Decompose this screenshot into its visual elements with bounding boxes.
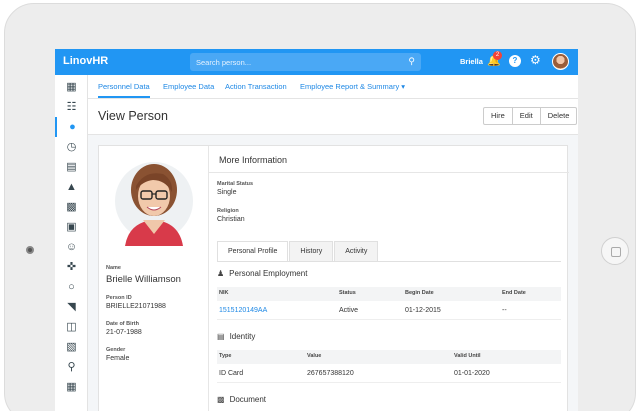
id-card-icon[interactable]: ▧ — [55, 337, 88, 357]
avatar[interactable] — [552, 53, 569, 70]
column-header: Status — [339, 290, 356, 296]
divider — [209, 172, 569, 173]
personal-employment-title: Personal Employment — [229, 269, 308, 278]
app-logo[interactable]: LinovHR — [63, 55, 108, 67]
team-icon[interactable]: ☺ — [55, 237, 88, 257]
presentation-icon[interactable]: ◫ — [55, 317, 88, 337]
search-plus-icon[interactable]: ⚲ — [55, 357, 88, 377]
marital-status-label: Marital Status — [217, 181, 254, 187]
gear-icon[interactable]: ⚙ — [530, 53, 541, 67]
edit-button[interactable]: Edit — [513, 108, 541, 124]
column-header: NIK — [219, 290, 229, 296]
person-gender: Female — [106, 355, 130, 362]
identity-value: 267657388120 — [307, 370, 354, 377]
search-icon[interactable]: ⚲ — [408, 56, 415, 67]
religion: Christian — [217, 216, 245, 223]
app-screen: LinovHR ⚲ Briella 🔔 2 ? ⚙ ▦ ☷ ● ◷ ▤ ▲ ▩ … — [55, 49, 578, 411]
valid-until: 01-01-2020 — [454, 370, 490, 377]
person-photo — [115, 156, 193, 246]
dob-label: Date of Birth — [106, 321, 139, 327]
begin-date: 01-12-2015 — [405, 307, 441, 314]
document-icon: ▩ — [217, 395, 225, 404]
more-information-title: More Information — [219, 155, 288, 165]
camera-icon — [26, 246, 34, 254]
money-icon[interactable]: ▤ — [55, 157, 88, 177]
person-id-label: Person ID — [106, 295, 132, 301]
person-name: Brielle Williamson — [106, 274, 181, 285]
tab-activity[interactable]: Activity — [334, 241, 379, 261]
sub-navigation: Personnel Data Employee Data Action Tran… — [88, 75, 578, 99]
employment-status: Active — [339, 307, 359, 314]
religion-label: Religion — [217, 208, 239, 214]
person-icon[interactable]: ● — [55, 117, 88, 137]
briefcase-icon[interactable]: ▣ — [55, 217, 88, 237]
action-buttons: Hire Edit Delete — [483, 107, 578, 125]
identity-table-header: Type Value Valid Until — [217, 350, 561, 364]
bank-icon[interactable]: ▲ — [55, 177, 88, 197]
column-header: Type — [219, 353, 232, 359]
chart-icon[interactable]: ◥ — [55, 297, 88, 317]
delete-button[interactable]: Delete — [541, 108, 577, 124]
document-header: ▩ Document — [217, 395, 266, 404]
hire-button[interactable]: Hire — [484, 108, 513, 124]
document-icon[interactable]: ▩ — [55, 197, 88, 217]
profile-tabs: Personal Profile History Activity — [217, 241, 379, 261]
top-bar: LinovHR ⚲ Briella 🔔 2 ? ⚙ — [55, 49, 578, 75]
table-row[interactable]: 1515120149AA Active 01-12-2015 -- — [217, 302, 561, 320]
clock-icon[interactable]: ◷ — [55, 137, 88, 157]
notification-badge: 2 — [493, 51, 502, 60]
tab-employee-data[interactable]: Employee Data — [163, 82, 214, 91]
page-header: View Person Hire Edit Delete — [88, 99, 578, 135]
tab-action-transaction[interactable]: Action Transaction — [225, 82, 287, 91]
help-icon[interactable]: ? — [509, 55, 521, 67]
identity-type: ID Card — [219, 370, 244, 377]
card-icon: ▤ — [217, 332, 225, 341]
sidebar: ▦ ☷ ● ◷ ▤ ▲ ▩ ▣ ☺ ✜ ○ ◥ ◫ ▧ ⚲ ▦ — [55, 75, 88, 411]
user-icon: ♟ — [217, 269, 225, 278]
tab-personal-profile[interactable]: Personal Profile — [217, 241, 289, 261]
building-icon[interactable]: ▦ — [55, 377, 88, 397]
page-title: View Person — [98, 109, 168, 123]
tab-history[interactable]: History — [289, 241, 334, 261]
tab-employee-report[interactable]: Employee Report & Summary ▾ — [300, 82, 405, 91]
person-summary: Name Brielle Williamson Person ID BRIELL… — [99, 146, 209, 411]
end-date: -- — [502, 307, 507, 314]
marital-status: Single — [217, 189, 237, 196]
search-input[interactable] — [196, 55, 386, 69]
org-chart-icon[interactable]: ☷ — [55, 97, 88, 117]
bulb-icon[interactable]: ○ — [55, 277, 88, 297]
name-label: Name — [106, 265, 121, 271]
person-id: BRIELLE21071988 — [106, 303, 166, 310]
search-box[interactable]: ⚲ — [190, 53, 421, 71]
employment-table-header: NIK Status Begin Date End Date — [217, 287, 561, 301]
person-card: Name Brielle Williamson Person ID BRIELL… — [98, 145, 569, 411]
document-title: Document — [229, 395, 267, 404]
column-header: Begin Date — [405, 290, 434, 296]
gender-label: Gender — [106, 347, 126, 353]
user-name[interactable]: Briella — [460, 57, 483, 66]
nik-link[interactable]: 1515120149AA — [219, 307, 267, 314]
home-button[interactable] — [601, 237, 629, 265]
column-header: Valid Until — [454, 353, 481, 359]
table-row[interactable]: ID Card 267657388120 01-01-2020 — [217, 365, 561, 383]
column-header: End Date — [502, 290, 526, 296]
column-header: Value — [307, 353, 322, 359]
personal-employment-header: ♟ Personal Employment — [217, 269, 307, 278]
tab-personnel-data[interactable]: Personnel Data — [98, 82, 150, 98]
dashboard-icon[interactable]: ▦ — [55, 77, 88, 97]
person-details: More Information Marital Status Single R… — [209, 146, 569, 411]
identity-header: ▤ Identity — [217, 332, 255, 341]
person-dob: 21-07-1988 — [106, 329, 142, 336]
person-stand-icon[interactable]: ✜ — [55, 257, 88, 277]
identity-title: Identity — [229, 332, 256, 341]
tabs-underline — [217, 261, 561, 262]
